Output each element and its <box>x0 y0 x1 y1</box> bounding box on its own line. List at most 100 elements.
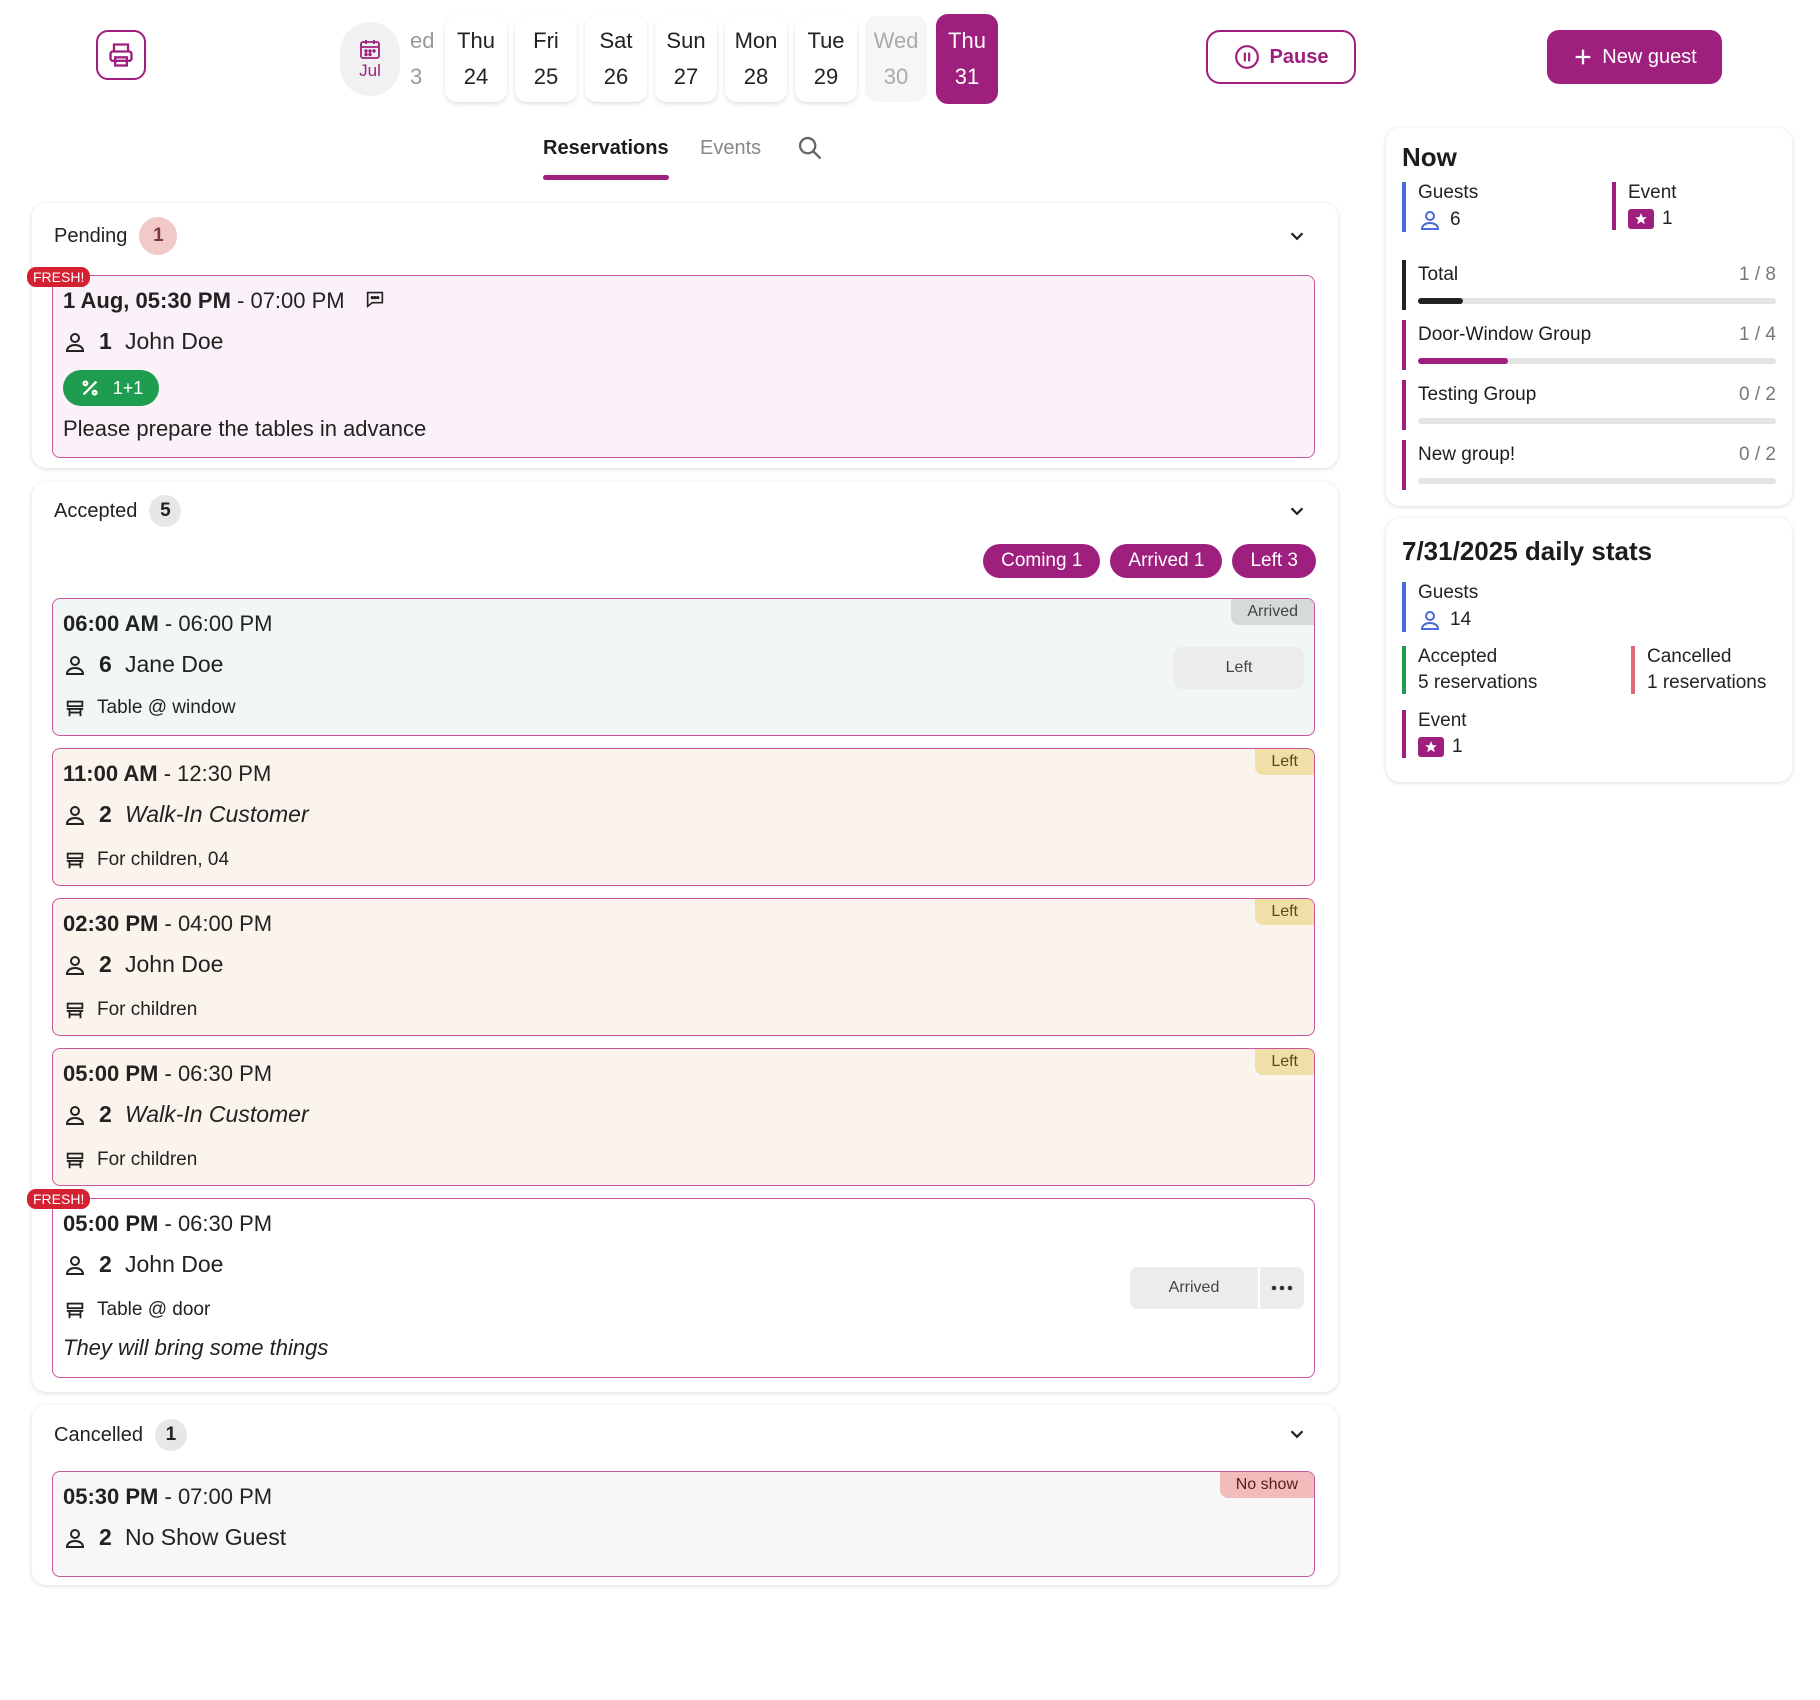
guest-line: 1 John Doe <box>63 328 223 355</box>
day-mon-28[interactable]: Mon 28 <box>725 16 787 102</box>
time-end: - 06:30 PM <box>158 1211 273 1236</box>
reservation-card[interactable]: Left 05:00 PM - 06:30 PM 2 Walk-In Custo… <box>52 1048 1315 1186</box>
chevron-down-icon[interactable] <box>1286 225 1308 247</box>
table-icon <box>66 1002 84 1019</box>
new-guest-button[interactable]: New guest <box>1547 30 1722 84</box>
tab-events[interactable]: Events <box>700 137 761 160</box>
day-name: Mon <box>734 28 778 53</box>
stat-label: Accepted <box>1418 646 1498 667</box>
day-wed-30[interactable]: Wed 30 <box>865 16 927 102</box>
active-tab-indicator <box>543 175 669 180</box>
month-picker[interactable]: Jul <box>340 22 400 96</box>
reservation-card[interactable]: Left 11:00 AM - 12:30 PM 2 Walk-In Custo… <box>52 748 1315 886</box>
day-fri-25[interactable]: Fri 25 <box>515 16 577 102</box>
reservation-card[interactable]: 1 Aug, 05:30 PM - 07:00 PM 1 John Doe 1+… <box>52 275 1315 458</box>
stat-label: Guests <box>1418 182 1479 203</box>
group-new: New group! 0 / 2 <box>1402 440 1776 490</box>
group-name: Testing Group <box>1418 384 1537 405</box>
comment-icon <box>366 291 383 309</box>
pause-icon <box>1234 45 1259 69</box>
stat-value: 1 <box>1662 208 1673 229</box>
day-sat-26[interactable]: Sat 26 <box>585 16 647 102</box>
print-button[interactable] <box>96 30 146 80</box>
event-ticket-icon <box>1628 209 1654 229</box>
cancelled-count-badge: 1 <box>154 1419 187 1451</box>
group-name: Total <box>1418 264 1459 285</box>
filter-arrived[interactable]: Arrived 1 <box>1110 544 1223 578</box>
day-tue-29[interactable]: Tue 29 <box>795 16 857 102</box>
guest-count: 1 <box>99 328 112 354</box>
day-number: 28 <box>743 64 769 89</box>
guest-line: 2 Walk-In Customer <box>63 801 309 828</box>
now-title: Now <box>1402 142 1457 172</box>
guest-line: 2 Walk-In Customer <box>63 1101 309 1128</box>
cancelled-header[interactable]: Cancelled 1 <box>54 1419 187 1451</box>
pause-label: Pause <box>1269 45 1329 68</box>
promo-badge: 1+1 <box>63 370 159 406</box>
guest-name: No Show Guest <box>125 1524 287 1550</box>
daily-stats-title: 7/31/2025 daily stats <box>1402 536 1653 566</box>
reservation-card[interactable]: 05:00 PM - 06:30 PM 2 John Doe Table @ d… <box>52 1198 1315 1378</box>
chevron-down-icon[interactable] <box>1286 1423 1308 1445</box>
day-thu-24[interactable]: Thu 24 <box>445 16 507 102</box>
pause-button[interactable]: Pause <box>1206 30 1356 84</box>
guest-count: 2 <box>99 1101 112 1127</box>
reservation-time: 05:00 PM - 06:30 PM <box>63 1211 272 1237</box>
day-sun-27[interactable]: Sun 27 <box>655 16 717 102</box>
group-name: Door-Window Group <box>1418 324 1592 345</box>
guest-name: Jane Doe <box>125 651 224 677</box>
reservation-time: 05:30 PM - 07:00 PM <box>63 1484 272 1510</box>
group-testing: Testing Group 0 / 2 <box>1402 380 1776 430</box>
day-number: 26 <box>603 64 629 89</box>
tab-reservations[interactable]: Reservations <box>543 137 669 160</box>
table-label: For children, 04 <box>97 849 230 870</box>
search-icon <box>798 136 822 160</box>
mark-left-button[interactable]: Left <box>1174 647 1304 689</box>
filter-left[interactable]: Left 3 <box>1232 544 1316 578</box>
mark-arrived-button[interactable]: Arrived <box>1130 1267 1258 1309</box>
day-thu-31-selected[interactable]: Thu 31 <box>936 14 998 104</box>
day-name: Fri <box>533 28 559 53</box>
time-start: 1 Aug, 05:30 PM <box>63 288 231 313</box>
now-panel: Now Guests 6 Event 1 Total 1 / 8 Door-Wi… <box>1386 128 1792 506</box>
time-end: - 06:30 PM <box>158 1061 273 1086</box>
group-fraction: 0 / 2 <box>1739 384 1776 405</box>
person-icon <box>65 1105 85 1125</box>
pending-header[interactable]: Pending 1 <box>54 217 178 255</box>
guest-line: 2 No Show Guest <box>63 1524 286 1551</box>
reservation-card[interactable]: Left 02:30 PM - 04:00 PM 2 John Doe For … <box>52 898 1315 1036</box>
reservation-time: 06:00 AM - 06:00 PM <box>63 611 273 637</box>
time-start: 11:00 AM <box>63 761 158 786</box>
plus-icon <box>1575 49 1591 65</box>
day-wed-23[interactable]: ed 3 <box>410 16 440 102</box>
guest-count: 2 <box>99 801 112 827</box>
guest-name: John Doe <box>125 1251 224 1277</box>
search-button[interactable] <box>796 134 824 167</box>
reservation-card[interactable]: No show 05:30 PM - 07:00 PM 2 No Show Gu… <box>52 1471 1315 1577</box>
stat-label: Event <box>1418 710 1467 731</box>
guest-line: 2 John Doe <box>63 951 223 978</box>
stat-value: 1 reservations <box>1647 672 1767 693</box>
guest-count: 2 <box>99 1524 112 1550</box>
progress-fill <box>1418 298 1463 304</box>
filter-coming[interactable]: Coming 1 <box>983 544 1101 578</box>
time-start: 05:30 PM <box>63 1484 159 1509</box>
more-options-button[interactable] <box>1260 1267 1304 1309</box>
chevron-down-icon[interactable] <box>1286 500 1308 522</box>
guest-count: 6 <box>99 651 112 677</box>
person-icon <box>65 805 85 825</box>
progress-track <box>1418 478 1776 484</box>
time-start: 06:00 AM <box>63 611 159 636</box>
fresh-badge: FRESH! <box>27 1189 91 1209</box>
accepted-header[interactable]: Accepted 5 <box>54 495 182 527</box>
event-ticket-icon <box>1418 737 1444 757</box>
accepted-label: Accepted <box>54 499 138 522</box>
reservation-card[interactable]: Arrived 06:00 AM - 06:00 PM 6 Jane Doe T… <box>52 598 1315 736</box>
daily-guests-stat: Guests 14 <box>1402 582 1478 632</box>
reservation-time: 1 Aug, 05:30 PM - 07:00 PM <box>63 288 387 314</box>
daily-event-stat: Event 1 <box>1402 710 1467 758</box>
person-icon <box>65 1528 85 1548</box>
daily-accepted-stat: Accepted 5 reservations <box>1402 646 1537 694</box>
progress-fill <box>1418 358 1508 364</box>
person-icon <box>1420 611 1440 630</box>
